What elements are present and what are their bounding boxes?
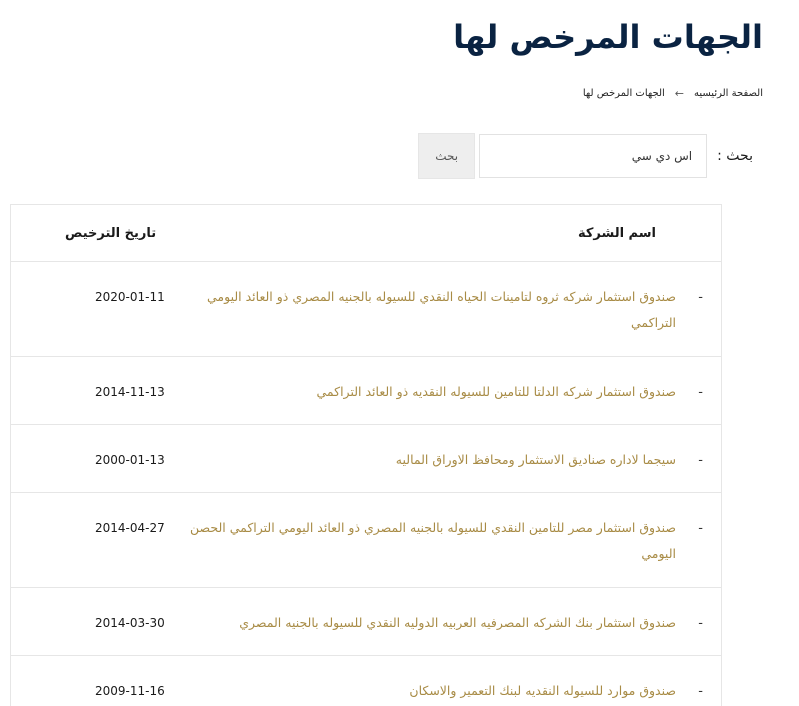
page-title: الجهات المرخص لها: [453, 18, 763, 56]
company-link[interactable]: صندوق استثمار شركه ثروه لتامينات الحياه …: [176, 284, 676, 336]
license-date: 2000-01-13: [95, 453, 165, 467]
search-label: بحث :: [717, 148, 753, 164]
company-link[interactable]: سيجما لاداره صناديق الاستثمار ومحافظ الا…: [176, 447, 676, 473]
row-marker: -: [698, 616, 703, 631]
licensed-entities-table: اسم الشركة تاريخ الترخيص - صندوق استثمار…: [10, 204, 722, 706]
table-row: - صندوق استثمار شركه ثروه لتامينات الحيا…: [11, 262, 721, 357]
row-marker: -: [698, 290, 703, 305]
license-date: 2014-03-30: [95, 616, 165, 630]
column-header-license-date: تاريخ الترخيص: [65, 226, 157, 241]
row-marker: -: [698, 385, 703, 400]
search-button[interactable]: بحث: [418, 133, 476, 179]
table-header: اسم الشركة تاريخ الترخيص: [11, 205, 721, 262]
breadcrumb-current: الجهات المرخص لها: [582, 88, 665, 99]
table-row: - صندوق استثمار بنك الشركه المصرفيه العر…: [11, 588, 721, 656]
company-link[interactable]: صندوق استثمار مصر للتامين النقدي للسيوله…: [176, 515, 676, 567]
license-date: 2014-11-13: [95, 385, 165, 399]
license-date: 2009-11-16: [95, 684, 165, 698]
breadcrumb-home-link[interactable]: الصفحة الرئيسيه: [694, 88, 763, 99]
table-row: - صندوق موارد للسيوله النقديه لبنك التعم…: [11, 656, 721, 706]
company-link[interactable]: صندوق موارد للسيوله النقديه لبنك التعمير…: [176, 678, 676, 704]
table-row: - صندوق استثمار شركه الدلتا للتامين للسي…: [11, 357, 721, 425]
search-form: بحث : بحث: [418, 133, 753, 179]
page: الجهات المرخص لها الصفحة الرئيسيه ← الجه…: [0, 0, 799, 706]
license-date: 2020-01-11: [95, 290, 165, 304]
company-link[interactable]: صندوق استثمار شركه الدلتا للتامين للسيول…: [176, 379, 676, 405]
row-marker: -: [698, 453, 703, 468]
breadcrumb: الصفحة الرئيسيه ← الجهات المرخص لها: [583, 87, 763, 100]
arrow-left-icon: ←: [674, 87, 684, 100]
table-row: - صندوق استثمار مصر للتامين النقدي للسيو…: [11, 493, 721, 588]
column-header-company: اسم الشركة: [577, 226, 656, 241]
search-input[interactable]: [479, 134, 708, 178]
table-row: - سيجما لاداره صناديق الاستثمار ومحافظ ا…: [11, 425, 721, 493]
row-marker: -: [698, 521, 703, 536]
license-date: 2014-04-27: [95, 521, 165, 535]
row-marker: -: [698, 684, 703, 699]
company-link[interactable]: صندوق استثمار بنك الشركه المصرفيه العربي…: [176, 610, 676, 636]
